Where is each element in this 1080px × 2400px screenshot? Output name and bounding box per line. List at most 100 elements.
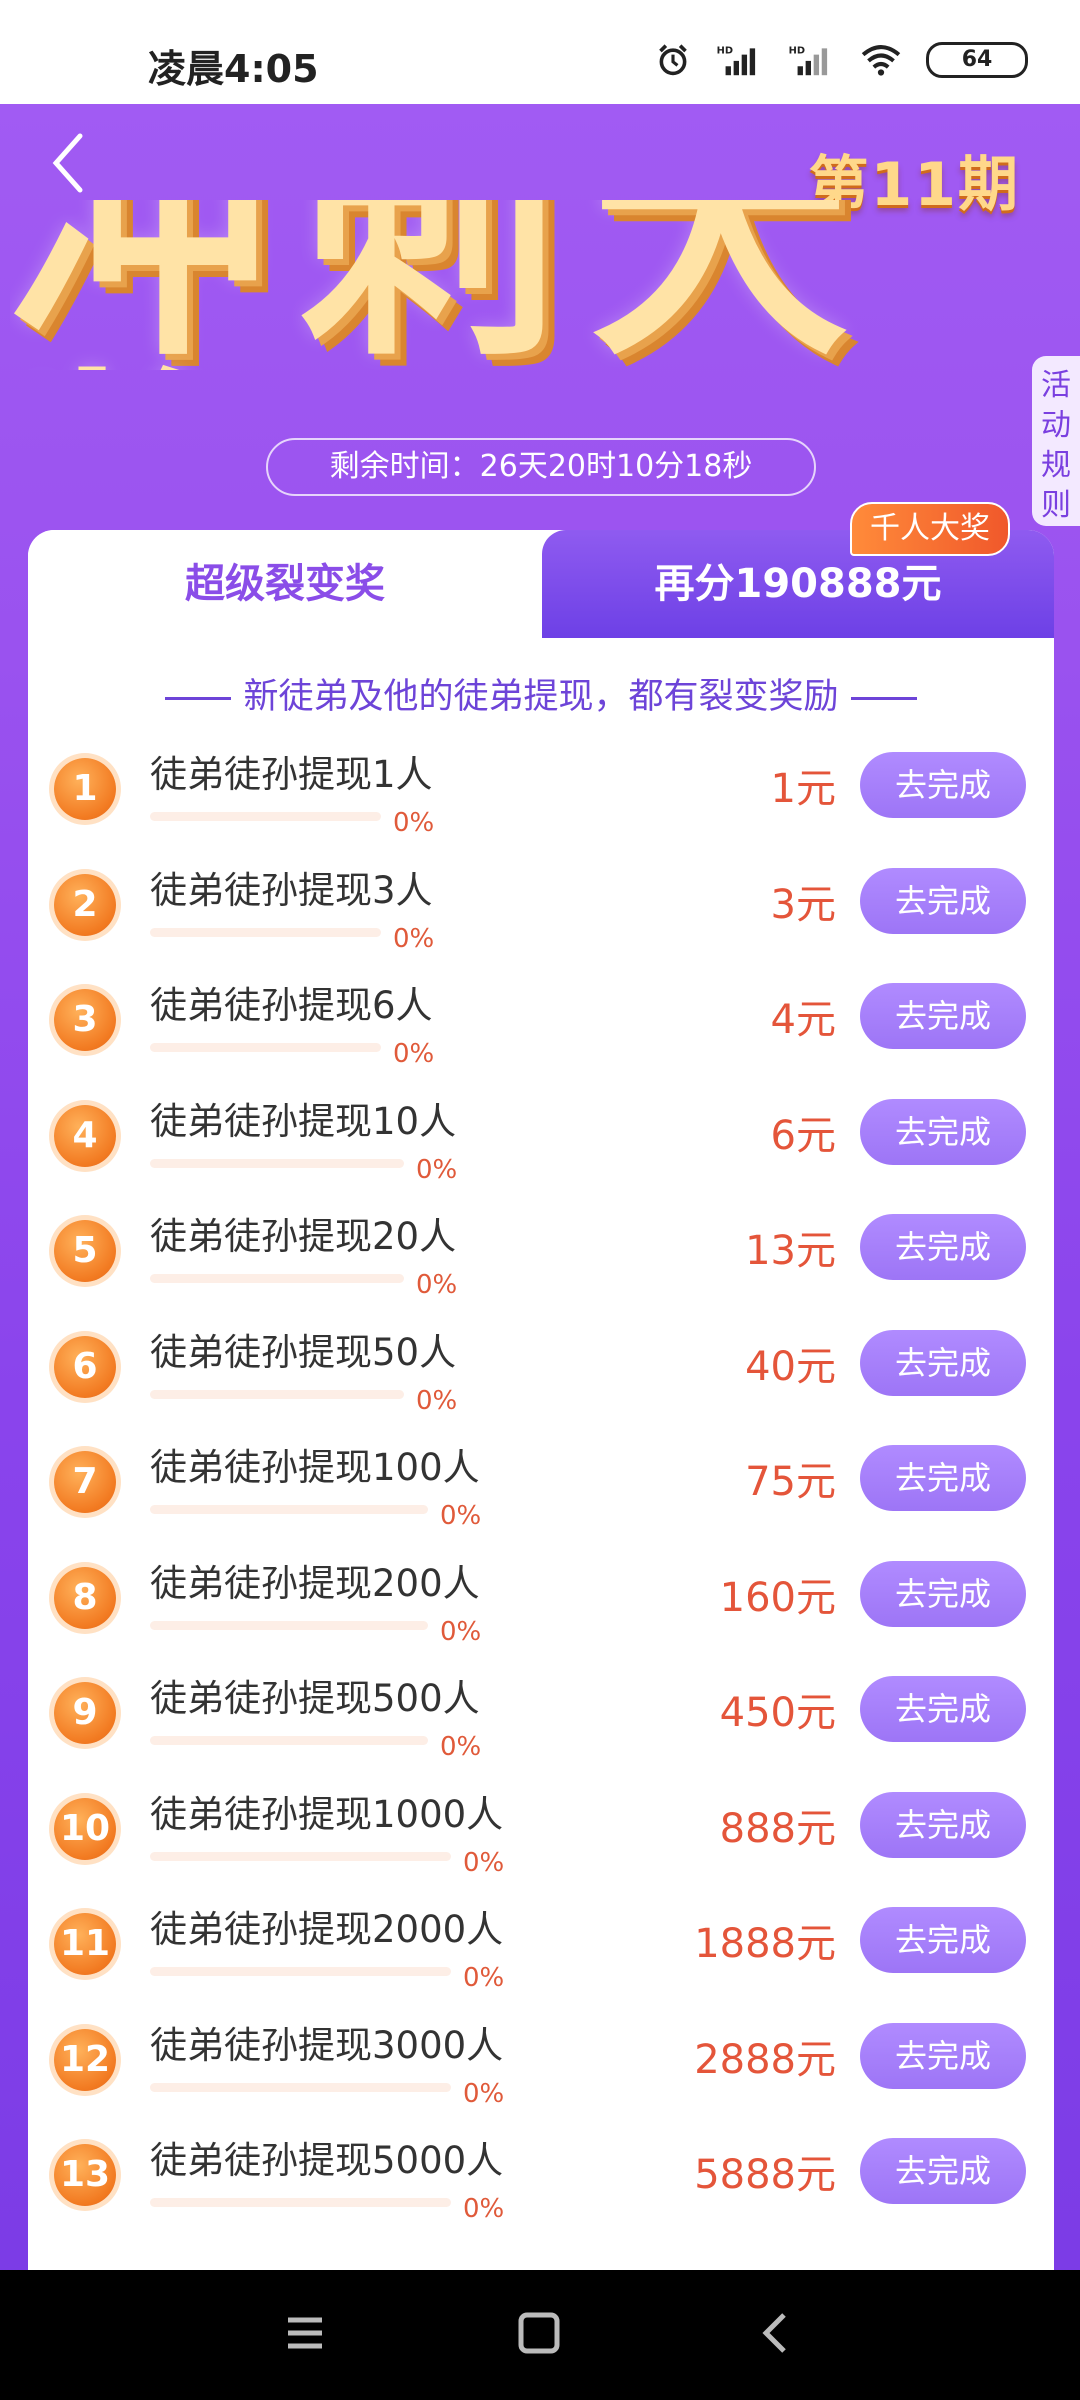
complete-button[interactable]: 去完成	[860, 1098, 1026, 1165]
reward-amount: 2888元	[694, 2036, 836, 2083]
task-row: 11 徒弟徒孙提现2000人 0% 1888元 去完成	[28, 1889, 1054, 2005]
task-title: 徒弟徒孙提现3人	[150, 868, 433, 912]
task-number-badge: 13	[54, 2144, 116, 2206]
signal-icon: HD	[789, 46, 828, 76]
complete-button[interactable]: 去完成	[860, 1907, 1026, 1973]
complete-button[interactable]: 去完成	[860, 2022, 1026, 2089]
progress-percent: 0%	[440, 1732, 482, 1762]
task-number-badge: 7	[54, 1451, 116, 1513]
complete-button[interactable]: 去完成	[860, 983, 1026, 1049]
progress-bar	[150, 927, 381, 937]
progress-percent: 0%	[416, 1270, 458, 1300]
complete-button[interactable]: 去完成	[860, 1329, 1026, 1396]
task-row: 13 徒弟徒孙提现5000人 0% 5888元 去完成	[28, 2120, 1054, 2236]
task-title: 徒弟徒孙提现1000人	[150, 1792, 504, 1836]
task-number-badge: 4	[54, 1104, 116, 1167]
progress-percent: 0%	[440, 1616, 482, 1647]
progress-percent: 0%	[393, 808, 435, 838]
progress-bar	[150, 812, 381, 821]
task-row: 10 徒弟徒孙提现1000人 0% 888元 去完成	[28, 1774, 1054, 1890]
reward-amount: 450元	[719, 1690, 836, 1736]
complete-button[interactable]: 去完成	[860, 1214, 1026, 1280]
complete-button[interactable]: 去完成	[860, 1445, 1026, 1511]
complete-button[interactable]: 去完成	[860, 1791, 1026, 1858]
signal-icon: HD	[717, 46, 756, 76]
back-icon[interactable]	[752, 2310, 798, 2356]
svg-text:HD: HD	[717, 46, 733, 57]
divider	[165, 696, 232, 700]
task-title: 徒弟徒孙提现200人	[150, 1561, 480, 1605]
task-title: 徒弟徒孙提现20人	[150, 1215, 457, 1258]
status-icons: HD HD 64	[654, 42, 1028, 78]
reward-amount: 75元	[745, 1459, 836, 1505]
reward-amount: 888元	[719, 1805, 836, 1852]
task-title: 徒弟徒孙提现3000人	[150, 2023, 504, 2067]
task-row: 5 徒弟徒孙提现20人 0% 13元 去完成	[28, 1196, 1054, 1312]
task-number-badge: 2	[54, 873, 116, 936]
task-number-badge: 12	[54, 2028, 116, 2091]
progress-bar	[150, 1043, 381, 1052]
reward-amount: 1888元	[694, 1921, 836, 1967]
progress-percent: 0%	[463, 1963, 505, 1993]
progress-bar	[150, 1389, 404, 1399]
reward-amount: 1元	[770, 766, 836, 812]
reward-amount: 6元	[770, 1112, 836, 1159]
complete-button[interactable]: 去完成	[860, 867, 1026, 934]
progress-bar	[150, 1620, 428, 1630]
alarm-icon	[659, 44, 687, 76]
reward-amount: 3元	[770, 881, 836, 928]
progress-bar	[150, 1274, 404, 1283]
task-row: 1 徒弟徒孙提现1人 0% 1元 去完成	[28, 734, 1054, 850]
progress-percent: 0%	[440, 1501, 482, 1531]
complete-button[interactable]: 去完成	[860, 2138, 1026, 2204]
progress-percent: 0%	[463, 2194, 505, 2224]
progress-percent: 0%	[463, 2078, 505, 2109]
status-time: 凌晨4:05	[148, 47, 319, 91]
progress-bar	[150, 2082, 451, 2092]
task-row: 12 徒弟徒孙提现3000人 0% 2888元 去完成	[28, 2005, 1054, 2121]
divider	[850, 696, 917, 700]
task-row: 8 徒弟徒孙提现200人 0% 160元 去完成	[28, 1543, 1054, 1659]
battery-icon: 64	[926, 42, 1028, 78]
progress-bar	[150, 1736, 428, 1745]
progress-bar	[150, 2198, 451, 2207]
complete-button[interactable]: 去完成	[860, 1676, 1026, 1742]
task-number-badge: 5	[54, 1220, 116, 1282]
task-title: 徒弟徒孙提现2000人	[150, 1908, 504, 1951]
banner-title: 冲刺大奖	[10, 200, 880, 370]
progress-percent: 0%	[463, 1847, 505, 1878]
progress-bar	[150, 1505, 428, 1514]
task-number-badge: 6	[54, 1335, 116, 1398]
status-bar: 凌晨4:05 HD HD 64	[0, 0, 1080, 104]
progress-percent: 0%	[416, 1385, 458, 1416]
menu-icon[interactable]	[282, 2310, 328, 2356]
task-number-badge: 10	[54, 1797, 116, 1860]
reward-amount: 5888元	[694, 2152, 836, 2198]
task-number-badge: 9	[54, 1682, 116, 1744]
task-row: 7 徒弟徒孙提现100人 0% 75元 去完成	[28, 1427, 1054, 1543]
task-row: 3 徒弟徒孙提现6人 0% 4元 去完成	[28, 965, 1054, 1081]
task-row: 6 徒弟徒孙提现50人 0% 40元 去完成	[28, 1312, 1054, 1428]
home-icon[interactable]	[516, 2310, 562, 2356]
complete-button[interactable]: 去完成	[860, 752, 1026, 818]
task-row: 2 徒弟徒孙提现3人 0% 3元 去完成	[28, 850, 1054, 966]
task-number-badge: 3	[54, 989, 116, 1051]
task-title: 徒弟徒孙提现5000人	[150, 2139, 504, 2182]
progress-percent: 0%	[393, 1039, 435, 1069]
reward-amount: 40元	[745, 1343, 836, 1390]
rules-tab[interactable]: 活动规则	[1032, 356, 1080, 526]
task-number-badge: 8	[54, 1566, 116, 1629]
progress-percent: 0%	[393, 923, 435, 954]
progress-bar	[150, 1158, 404, 1168]
reward-amount: 13元	[745, 1228, 836, 1274]
complete-button[interactable]: 去完成	[860, 1560, 1026, 1627]
task-title: 徒弟徒孙提现1人	[150, 753, 433, 796]
tab-super-fission[interactable]: 超级裂变奖	[28, 530, 542, 638]
task-card: 超级裂变奖 再分190888元 新徒弟及他的徒弟提现，都有裂变奖励 1 徒弟徒孙提…	[28, 530, 1054, 2270]
navigation-bar	[0, 2270, 1080, 2400]
task-title: 徒弟徒孙提现10人	[150, 1099, 457, 1143]
wifi-icon	[861, 45, 901, 76]
task-number-badge: 1	[54, 758, 116, 820]
chevron-left-icon[interactable]	[36, 128, 106, 198]
progress-bar	[150, 1967, 451, 1976]
